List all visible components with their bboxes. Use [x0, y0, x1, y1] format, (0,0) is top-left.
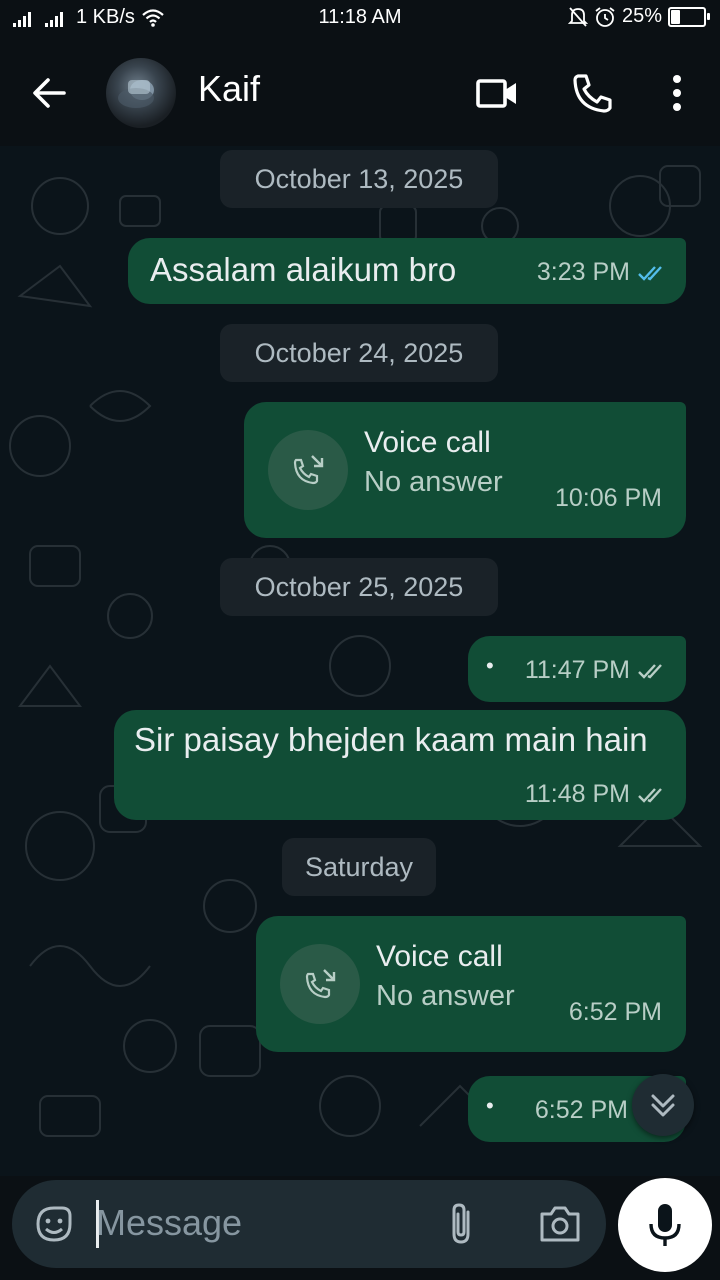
voice-record-button[interactable]	[618, 1178, 712, 1272]
message-text: Assalam alaikum bro	[150, 251, 457, 288]
contact-name[interactable]: Kaif	[198, 68, 260, 110]
avatar[interactable]	[106, 58, 176, 128]
call-title: Voice call	[376, 940, 503, 973]
battery-percent: 25%	[621, 5, 662, 27]
voice-call-bubble[interactable]: Voice call No answer 6:52 PM	[256, 916, 686, 1052]
date-divider: October 25, 2025	[220, 558, 498, 616]
chat-area[interactable]: October 13, 2025 Assalam alaikum bro 3:2…	[0, 146, 720, 1176]
message-time: 6:52 PM	[534, 1096, 628, 1124]
battery-icon	[668, 6, 710, 27]
date-divider: October 24, 2025	[220, 324, 498, 382]
message-time: 11:47 PM	[524, 656, 630, 684]
message-meta: 3:23 PM	[537, 258, 668, 287]
missed-call-icon	[280, 944, 360, 1024]
message-text: Sir paisay bhejden kaam main hain	[134, 721, 648, 758]
camera-icon[interactable]	[536, 1202, 584, 1246]
chat-header: Kaif	[0, 36, 720, 146]
double-chevron-down-icon	[651, 1094, 675, 1117]
missed-call-icon	[268, 430, 348, 510]
video-call-icon[interactable]	[474, 70, 520, 116]
read-receipt-icon	[638, 265, 662, 281]
call-status: No answer	[376, 980, 515, 1012]
attach-icon[interactable]	[440, 1200, 484, 1248]
message-bubble-outgoing[interactable]: Assalam alaikum bro 3:23 PM	[128, 238, 686, 304]
back-arrow-icon[interactable]	[28, 72, 70, 114]
mic-icon	[649, 1204, 681, 1246]
alarm-icon	[595, 6, 615, 27]
message-meta: 11:48 PM	[525, 780, 668, 809]
more-vert-icon[interactable]	[654, 70, 700, 116]
delivered-receipt-icon	[638, 663, 662, 679]
delivered-receipt-icon	[638, 787, 662, 803]
message-time: 3:23 PM	[536, 258, 630, 286]
message-text: •	[486, 653, 494, 678]
voice-call-bubble[interactable]: Voice call No answer 10:06 PM	[244, 402, 686, 538]
message-input[interactable]: Message	[96, 1202, 242, 1244]
message-composer: Message	[12, 1180, 606, 1268]
sticker-icon[interactable]	[32, 1202, 76, 1246]
message-bubble-outgoing[interactable]: • 11:47 PM	[468, 636, 686, 702]
message-meta: 11:47 PM	[525, 656, 668, 685]
call-title: Voice call	[364, 426, 491, 459]
mute-bell-icon	[567, 6, 588, 27]
call-status: No answer	[364, 466, 503, 498]
date-divider: Saturday	[282, 838, 436, 896]
message-time: 10:06 PM	[554, 484, 662, 512]
scroll-to-bottom-button[interactable]	[632, 1074, 694, 1136]
message-bubble-outgoing[interactable]: Sir paisay bhejden kaam main hain 11:48 …	[114, 710, 686, 820]
date-divider: October 13, 2025	[220, 150, 498, 208]
status-bar: 1 KB/s 11:18 AM 25%	[0, 0, 720, 36]
message-text: •	[486, 1093, 494, 1118]
message-time: 11:48 PM	[524, 780, 630, 808]
phone-icon[interactable]	[570, 70, 616, 116]
message-time: 6:52 PM	[568, 998, 662, 1026]
